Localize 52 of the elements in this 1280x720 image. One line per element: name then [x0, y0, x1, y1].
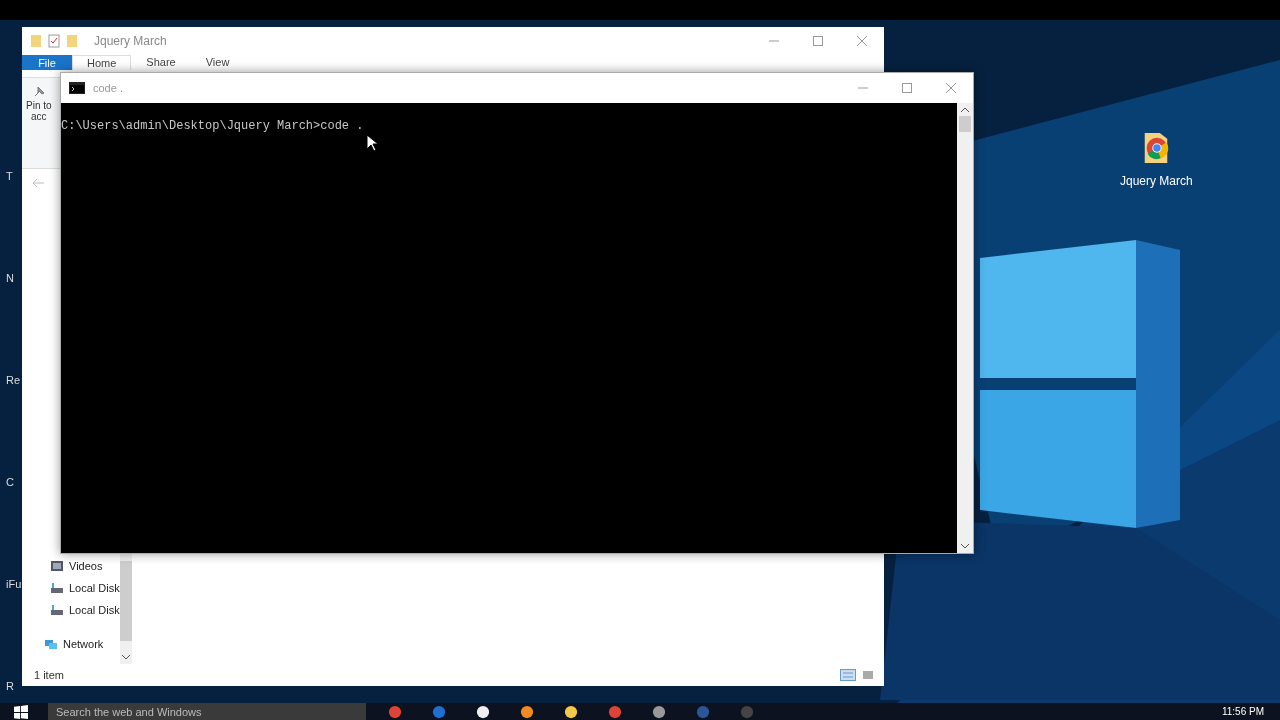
file-menu-button[interactable]: File: [22, 55, 72, 70]
ribbon-tab[interactable]: Home: [72, 55, 132, 70]
large-icons-view-icon: [860, 669, 876, 681]
windows-start-icon: [14, 704, 28, 719]
nav-item[interactable]: Local Disk: [22, 602, 120, 618]
app-icon: [564, 704, 578, 719]
disk-icon: [50, 581, 64, 595]
disk-icon: [50, 603, 64, 617]
scroll-thumb[interactable]: [119, 561, 132, 641]
desktop-icon-label: Re: [6, 374, 22, 386]
folder-icon: [30, 34, 42, 48]
desktop-icon-label: C: [6, 476, 15, 488]
close-icon: [857, 36, 867, 46]
back-arrow-icon: [32, 178, 44, 188]
app-icon: [740, 704, 754, 719]
scroll-thumb[interactable]: [959, 116, 971, 132]
maximize-icon: [813, 36, 823, 46]
desktop-icon-label: N: [6, 272, 15, 284]
app-icon: [520, 704, 534, 719]
desktop-icon-label: T: [6, 170, 14, 182]
status-text: 1 item: [34, 669, 64, 681]
mouse-cursor-icon: [366, 134, 378, 152]
window-title: Jquery March: [94, 34, 167, 48]
desktop-icon-label: R: [6, 680, 15, 692]
desktop-icon-label: iFu: [6, 578, 22, 590]
maximize-icon: [902, 83, 912, 93]
scroll-up-icon: [961, 107, 969, 112]
app-icon: [476, 704, 490, 719]
app-icon: [652, 704, 666, 719]
close-icon: [946, 83, 956, 93]
video-icon: [50, 559, 64, 573]
app-icon: [608, 704, 622, 719]
properties-icon: [48, 34, 60, 48]
nav-item[interactable]: Network: [22, 636, 120, 652]
desktop-icon-label[interactable]: Jquery March: [1120, 174, 1193, 188]
terminal-icon: [69, 82, 85, 94]
search-field[interactable]: Search the web and Windows: [48, 703, 366, 720]
terminal-line: C:\Users\admin\Desktop\Jquery March>code .: [61, 119, 365, 133]
window-title: code .: [93, 82, 123, 94]
scroll-down-icon: [121, 655, 130, 660]
details-view-icon: [840, 669, 856, 681]
network-icon: [44, 637, 58, 651]
app-icon: [432, 704, 446, 719]
pin-label: acc: [31, 111, 47, 122]
app-icon: [696, 704, 710, 719]
clock: 11:56 PM: [1221, 706, 1264, 717]
nav-item[interactable]: Local Disk: [22, 580, 120, 596]
app-icon: [388, 704, 402, 719]
pin-label: Pin to: [26, 100, 52, 111]
new-folder-icon: [66, 34, 78, 48]
nav-item[interactable]: Videos: [22, 558, 120, 574]
scroll-down-icon: [961, 544, 969, 549]
